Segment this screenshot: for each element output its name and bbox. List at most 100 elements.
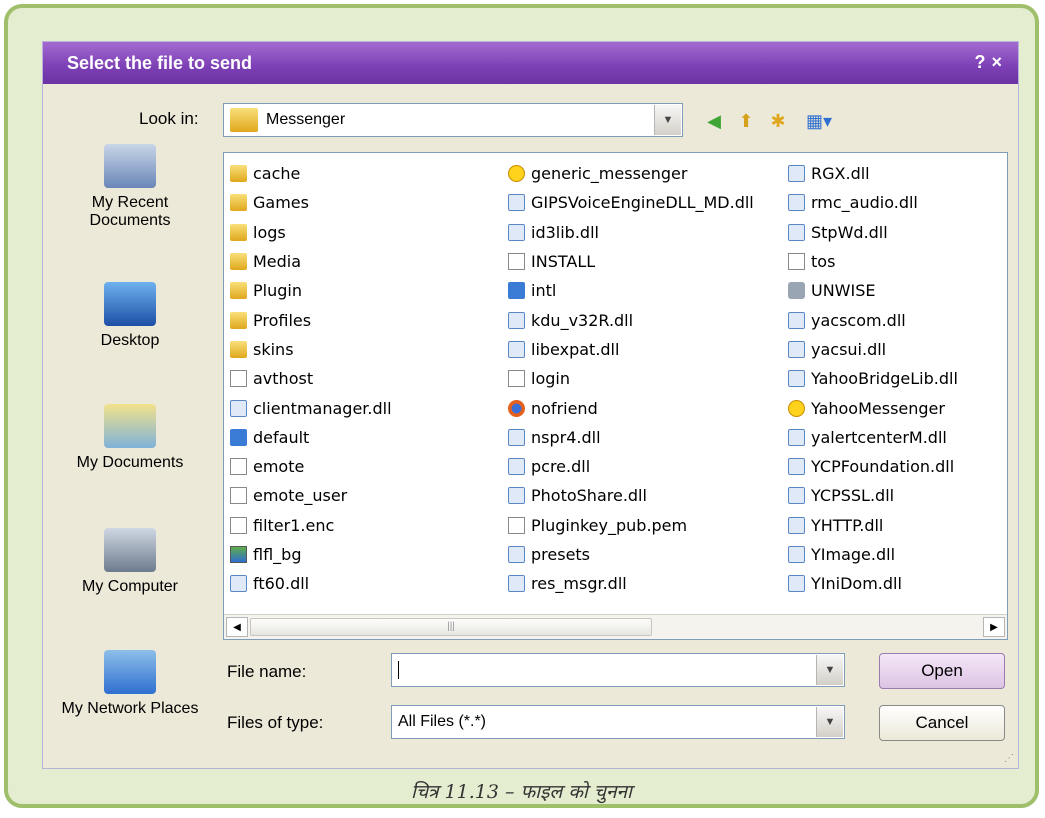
file-type-value: All Files (*.*): [398, 713, 487, 730]
dll-icon: [788, 165, 805, 183]
file-item[interactable]: Plugin: [230, 276, 392, 305]
file-item[interactable]: YCPSSL.dll: [788, 481, 958, 510]
dll-icon: [788, 546, 805, 563]
folder-icon: [230, 108, 258, 132]
file-item[interactable]: generic_messenger: [508, 159, 754, 188]
file-item[interactable]: GIPSVoiceEngineDLL_MD.dll: [508, 188, 754, 217]
file-item[interactable]: ft60.dll: [230, 569, 392, 598]
place-computer[interactable]: My Computer: [55, 528, 205, 596]
folder-icon: [230, 282, 247, 300]
file-item[interactable]: avthost: [230, 364, 392, 393]
file-item[interactable]: cache: [230, 159, 392, 188]
figure-frame: Select the file to send ?× Look in: Mess…: [4, 4, 1039, 808]
file-item[interactable]: default: [230, 423, 392, 452]
place-label: My Network Places: [61, 700, 199, 717]
file-item[interactable]: logs: [230, 218, 392, 247]
file-item[interactable]: rmc_audio.dll: [788, 188, 958, 217]
file-item[interactable]: skins: [230, 335, 392, 364]
file-item[interactable]: Profiles: [230, 305, 392, 334]
file-item[interactable]: yacsui.dll: [788, 335, 958, 364]
dll-icon: [508, 575, 525, 593]
view-menu-icon[interactable]: ▦▾: [799, 108, 839, 134]
file-item[interactable]: intl: [508, 276, 754, 305]
file-item-label: nspr4.dll: [531, 427, 601, 447]
look-in-select[interactable]: Messenger ▼: [223, 103, 683, 137]
dll-icon: [788, 311, 805, 329]
file-item[interactable]: tos: [788, 247, 958, 276]
file-item[interactable]: res_msgr.dll: [508, 569, 754, 598]
file-item[interactable]: StpWd.dll: [788, 218, 958, 247]
img-icon: [230, 546, 247, 563]
file-item[interactable]: clientmanager.dll: [230, 393, 392, 422]
chevron-down-icon[interactable]: ▼: [816, 655, 843, 685]
file-item[interactable]: emote: [230, 452, 392, 481]
file-item[interactable]: Pluginkey_pub.pem: [508, 511, 754, 540]
figure-caption: चित्र 11.13 – फाइल को चुनना: [411, 781, 632, 803]
file-type-select[interactable]: All Files (*.*) ▼: [391, 705, 845, 739]
open-button[interactable]: Open: [879, 653, 1005, 689]
file-item-label: YImage.dll: [811, 545, 896, 564]
file-item[interactable]: INSTALL: [508, 247, 754, 276]
back-icon[interactable]: ◀: [701, 108, 727, 134]
file-item[interactable]: Games: [230, 188, 392, 217]
file-item-label: pcre.dll: [531, 457, 591, 477]
file-item[interactable]: yalertcenterM.dll: [788, 423, 958, 452]
scroll-right-icon[interactable]: ▶: [983, 617, 1005, 637]
place-label: My Documents: [76, 454, 184, 471]
place-network[interactable]: My Network Places: [55, 650, 205, 748]
file-item[interactable]: libexpat.dll: [508, 335, 754, 364]
new-folder-icon[interactable]: ✱: [765, 108, 791, 134]
resize-grip-icon[interactable]: ⋰: [1004, 753, 1014, 764]
file-type-label: Files of type:: [227, 713, 324, 732]
place-label: My Computer: [81, 578, 179, 595]
cancel-button[interactable]: Cancel: [879, 705, 1005, 741]
file-item[interactable]: login: [508, 364, 754, 393]
file-item-label: skins: [253, 339, 294, 359]
file-item[interactable]: UNWISE: [788, 276, 958, 305]
place-label: Desktop: [100, 332, 160, 349]
file-item[interactable]: YCPFoundation.dll: [788, 452, 958, 481]
scroll-thumb[interactable]: |||: [250, 618, 652, 636]
chevron-down-icon[interactable]: ▼: [654, 105, 681, 135]
horizontal-scrollbar[interactable]: ◀ ||| ▶: [224, 614, 1007, 639]
file-item-label: YCPFoundation.dll: [811, 457, 955, 477]
file-item-label: YahooMessenger: [811, 398, 945, 418]
file-item[interactable]: emote_user: [230, 481, 392, 510]
up-folder-icon[interactable]: ⬆: [733, 108, 759, 134]
file-item[interactable]: PhotoShare.dll: [508, 481, 754, 510]
file-item[interactable]: nspr4.dll: [508, 423, 754, 452]
file-item[interactable]: pcre.dll: [508, 452, 754, 481]
file-item[interactable]: YahooBridgeLib.dll: [788, 364, 958, 393]
file-name-input[interactable]: ▼: [391, 653, 845, 687]
scroll-left-icon[interactable]: ◀: [226, 617, 248, 637]
file-item[interactable]: nofriend: [508, 393, 754, 422]
dll-icon: [508, 458, 525, 476]
file-item[interactable]: yacscom.dll: [788, 305, 958, 334]
file-item-label: res_msgr.dll: [531, 574, 627, 594]
help-icon[interactable]: ?: [974, 52, 991, 72]
file-item[interactable]: id3lib.dll: [508, 218, 754, 247]
file-item-label: yacsui.dll: [811, 339, 887, 359]
place-documents[interactable]: My Documents: [55, 404, 205, 472]
chevron-down-icon[interactable]: ▼: [816, 707, 843, 737]
file-list[interactable]: cache Games logs Media Plugin Profiles skins av…: [223, 152, 1008, 640]
file-dialog: Select the file to send ?× Look in: Mess…: [42, 41, 1019, 769]
folder-icon: [230, 223, 247, 241]
close-icon[interactable]: ×: [991, 52, 1008, 72]
file-item[interactable]: YHTTP.dll: [788, 511, 958, 540]
file-item-label: YHTTP.dll: [811, 515, 884, 535]
place-recent[interactable]: My Recent Documents: [55, 144, 205, 230]
file-icon: [508, 370, 525, 388]
file-item[interactable]: presets: [508, 540, 754, 569]
file-item[interactable]: kdu_v32R.dll: [508, 305, 754, 334]
file-item-label: id3lib.dll: [531, 222, 599, 242]
file-item[interactable]: filter1.enc: [230, 511, 392, 540]
place-desktop[interactable]: Desktop: [55, 282, 205, 350]
file-item[interactable]: YIniDom.dll: [788, 569, 958, 598]
dll-icon: [788, 516, 805, 534]
file-item[interactable]: YImage.dll: [788, 540, 958, 569]
file-item[interactable]: YahooMessenger: [788, 393, 958, 422]
file-item[interactable]: Media: [230, 247, 392, 276]
file-item[interactable]: flfl_bg: [230, 540, 392, 569]
file-item[interactable]: RGX.dll: [788, 159, 958, 188]
